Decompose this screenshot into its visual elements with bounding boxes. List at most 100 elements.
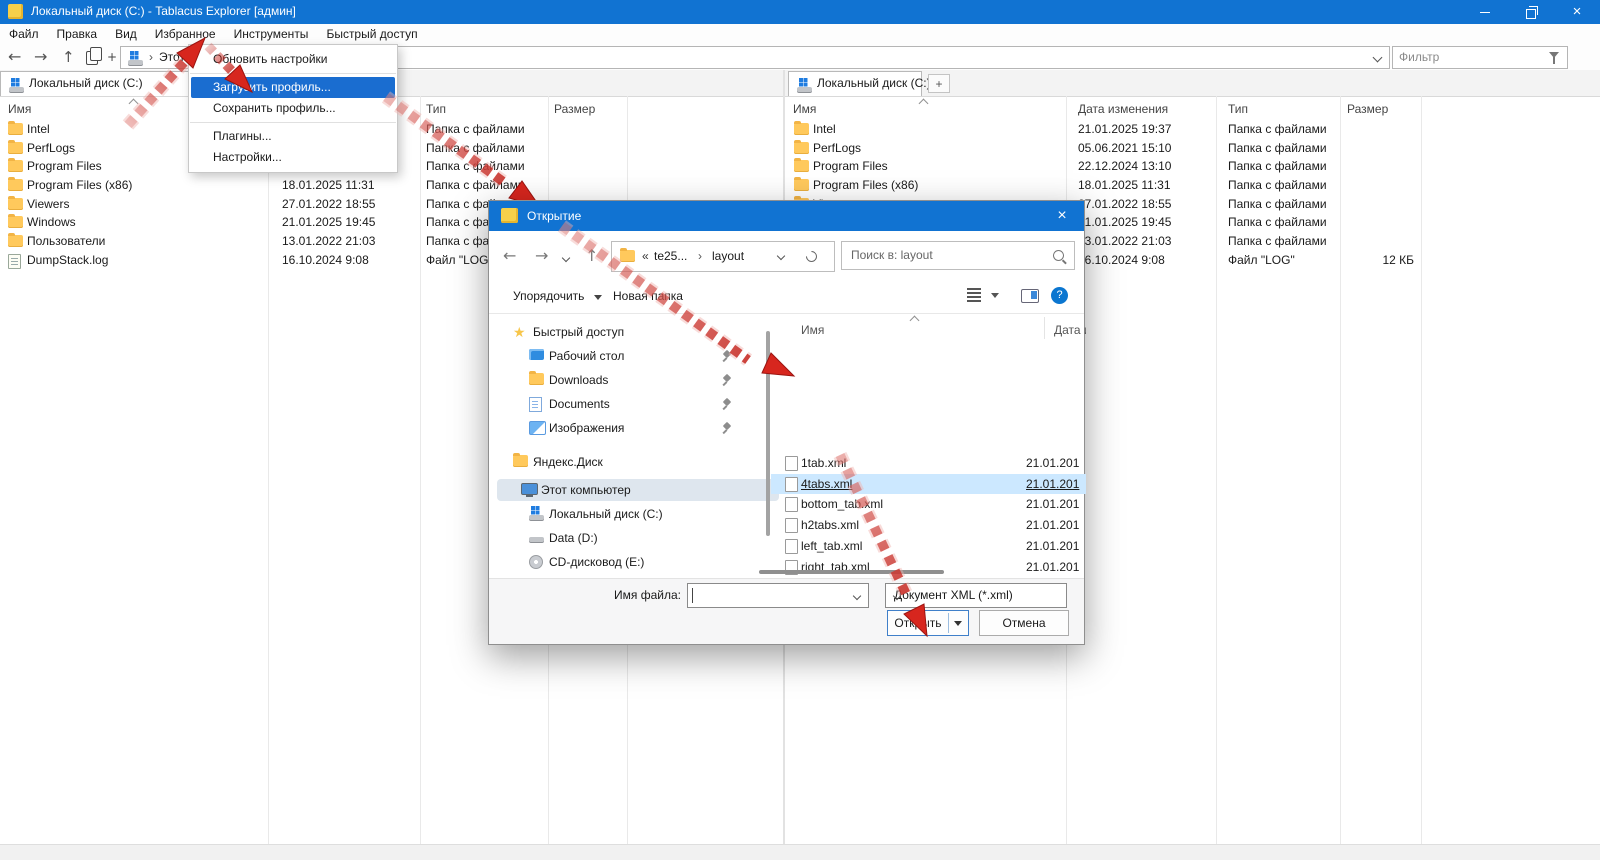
sidebar-item-Локальный диск (C:)[interactable]: Локальный диск (C:) xyxy=(489,503,771,525)
dialog-close-button[interactable]: × xyxy=(1040,201,1084,231)
view-list-icon[interactable] xyxy=(967,292,981,294)
breadcrumb-segment[interactable]: layout xyxy=(712,242,744,270)
menu-Быстрый доступ[interactable]: Быстрый доступ xyxy=(317,24,426,44)
folder-icon xyxy=(8,195,23,210)
up-icon[interactable]: ↑ xyxy=(585,231,598,281)
menu-Правка[interactable]: Правка xyxy=(48,24,107,44)
filetype-select[interactable]: Документ XML (*.xml) xyxy=(885,583,1067,608)
list-item-4tabs.xml[interactable]: 4tabs.xml 21.01.201 xyxy=(771,473,1086,495)
open-split-chevron-icon[interactable] xyxy=(954,621,962,626)
file-name[interactable]: 4tabs.xml xyxy=(801,474,852,495)
dialog-search-input[interactable]: Поиск в: layout xyxy=(841,241,1075,270)
list-item-right_tab.xml[interactable]: right_tab.xml 21.01.201 xyxy=(771,557,1086,578)
menu-Избранное[interactable]: Избранное xyxy=(146,24,225,44)
forward-icon[interactable]: → xyxy=(34,44,47,70)
file-name[interactable]: h2tabs.xml xyxy=(801,515,859,536)
add-toolbar-button[interactable]: + xyxy=(107,44,117,70)
table-row[interactable]: PerfLogs 05.06.2021 15:10 Папка с файлами xyxy=(785,139,1600,158)
column-name[interactable]: Имя xyxy=(793,96,816,122)
sidebar-item-Рабочий стол[interactable]: Рабочий стол xyxy=(489,345,771,367)
forward-icon[interactable]: → xyxy=(535,231,548,281)
file-name[interactable]: Viewers xyxy=(27,195,69,214)
sidebar-item-Data (D:)[interactable]: Data (D:) xyxy=(489,527,771,549)
file-name[interactable]: PerfLogs xyxy=(27,139,75,158)
sidebar-item-Быстрый доступ[interactable]: Быстрый доступ xyxy=(489,321,771,344)
dialog-address-bar[interactable]: « te25... › layout xyxy=(611,241,835,272)
menu-item-Сохранить профиль...[interactable]: Сохранить профиль... xyxy=(191,98,395,119)
chevron-down-icon[interactable] xyxy=(776,251,786,261)
file-name[interactable]: Intel xyxy=(813,120,836,139)
help-icon[interactable]: ? xyxy=(1051,287,1068,304)
file-name[interactable]: Program Files (x86) xyxy=(813,176,918,195)
menu-item-Обновить настройки[interactable]: Обновить настройки xyxy=(191,49,395,70)
minimize-button[interactable] xyxy=(1462,0,1508,24)
menu-Вид[interactable]: Вид xyxy=(106,24,146,44)
new-tab-button-right[interactable]: + xyxy=(928,74,950,93)
back-icon[interactable]: ← xyxy=(8,44,21,70)
list-item-1tab.xml[interactable]: 1tab.xml 21.01.201 xyxy=(771,453,1086,474)
sidebar-item-CD-дисковод (E:)[interactable]: CD-дисковод (E:) xyxy=(489,551,771,573)
file-name[interactable]: PerfLogs xyxy=(813,139,861,158)
file-name[interactable]: bottom_tab.xml xyxy=(801,494,883,515)
file-name[interactable]: Program Files xyxy=(27,157,102,176)
file-name[interactable]: Program Files (x86) xyxy=(27,176,132,195)
horizontal-scrollbar[interactable] xyxy=(759,570,944,574)
file-name[interactable]: right_tab.xml xyxy=(801,557,870,578)
column-date[interactable]: Дата изм xyxy=(1054,319,1086,341)
column-header-right[interactable]: Имя Дата изменения Тип Размер xyxy=(785,96,1600,120)
table-row[interactable]: Intel 21.01.2025 19:37 Папка с файлами xyxy=(785,120,1600,139)
table-row[interactable]: Program Files 22.12.2024 13:10 Папка с фай… xyxy=(785,157,1600,176)
column-type[interactable]: Тип xyxy=(1228,96,1248,122)
column-separator[interactable] xyxy=(1044,317,1045,339)
sidebar-item-Documents[interactable]: Documents xyxy=(489,393,771,415)
sidebar-item-Изображения[interactable]: Изображения xyxy=(489,417,771,439)
menu-Файл[interactable]: Файл xyxy=(0,24,48,44)
list-item-bottom_tab.xml[interactable]: bottom_tab.xml 21.01.201 xyxy=(771,494,1086,515)
file-name[interactable]: Intel xyxy=(27,120,50,139)
list-item-left_tab.xml[interactable]: left_tab.xml 21.01.201 xyxy=(771,536,1086,557)
sidebar-item-Этот компьютер[interactable]: Этот компьютер xyxy=(497,479,779,501)
column-name[interactable]: Имя xyxy=(801,319,824,341)
preview-pane-icon[interactable] xyxy=(1021,289,1039,303)
filter-input[interactable]: Фильтр xyxy=(1392,46,1568,69)
sidebar-scrollbar[interactable] xyxy=(766,331,770,536)
file-name[interactable]: DumpStack.log xyxy=(27,251,108,270)
column-size[interactable]: Размер xyxy=(554,96,595,122)
filename-input[interactable] xyxy=(687,583,869,608)
list-item-h2tabs.xml[interactable]: h2tabs.xml 21.01.201 xyxy=(771,515,1086,536)
open-button[interactable]: Открыть xyxy=(887,610,969,636)
file-name[interactable]: Windows xyxy=(27,213,76,232)
sidebar-item-Яндекс.Диск[interactable]: Яндекс.Диск xyxy=(489,451,771,473)
new-folder-button[interactable]: Новая папка xyxy=(613,281,683,311)
column-size[interactable]: Размер xyxy=(1347,96,1388,122)
chevron-down-icon[interactable] xyxy=(991,293,999,298)
column-type[interactable]: Тип xyxy=(426,96,446,122)
menu-item-Настройки...[interactable]: Настройки... xyxy=(191,147,395,168)
table-row[interactable]: Program Files (x86) 18.01.2025 11:31 Папка… xyxy=(785,176,1600,195)
close-button[interactable]: × xyxy=(1554,0,1600,24)
up-icon[interactable]: ↑ xyxy=(62,44,75,70)
sidebar-item-Downloads[interactable]: Downloads xyxy=(489,369,771,391)
file-name[interactable]: 1tab.xml xyxy=(801,453,846,474)
menu-item-Загрузить профиль...[interactable]: Загрузить профиль... xyxy=(191,77,395,98)
column-date[interactable]: Дата изменения xyxy=(1078,96,1168,122)
file-name[interactable]: left_tab.xml xyxy=(801,536,862,557)
restore-button[interactable] xyxy=(1508,0,1554,24)
clone-tab-icon[interactable] xyxy=(86,47,102,65)
organize-button[interactable]: Упорядочить xyxy=(513,281,602,311)
menu-Инструменты[interactable]: Инструменты xyxy=(225,24,318,44)
breadcrumb-overflow[interactable]: « xyxy=(642,242,649,270)
cancel-button[interactable]: Отмена xyxy=(979,610,1069,636)
chevron-down-icon[interactable] xyxy=(852,591,862,601)
menu-item-Плагины...[interactable]: Плагины... xyxy=(191,126,395,147)
table-row[interactable]: Program Files (x86) 18.01.2025 11:31 Папка… xyxy=(0,176,783,195)
chevron-down-icon[interactable] xyxy=(1372,52,1383,63)
column-name[interactable]: Имя xyxy=(8,96,31,122)
chevron-down-icon[interactable] xyxy=(561,253,571,263)
tab-local-disk-c-right[interactable]: Локальный диск (C:) xyxy=(788,71,931,96)
back-icon[interactable]: ← xyxy=(503,231,516,281)
refresh-icon[interactable] xyxy=(803,248,820,265)
breadcrumb-segment[interactable]: te25... xyxy=(654,242,687,270)
file-name[interactable]: Пользователи xyxy=(27,232,105,251)
file-name[interactable]: Program Files xyxy=(813,157,888,176)
